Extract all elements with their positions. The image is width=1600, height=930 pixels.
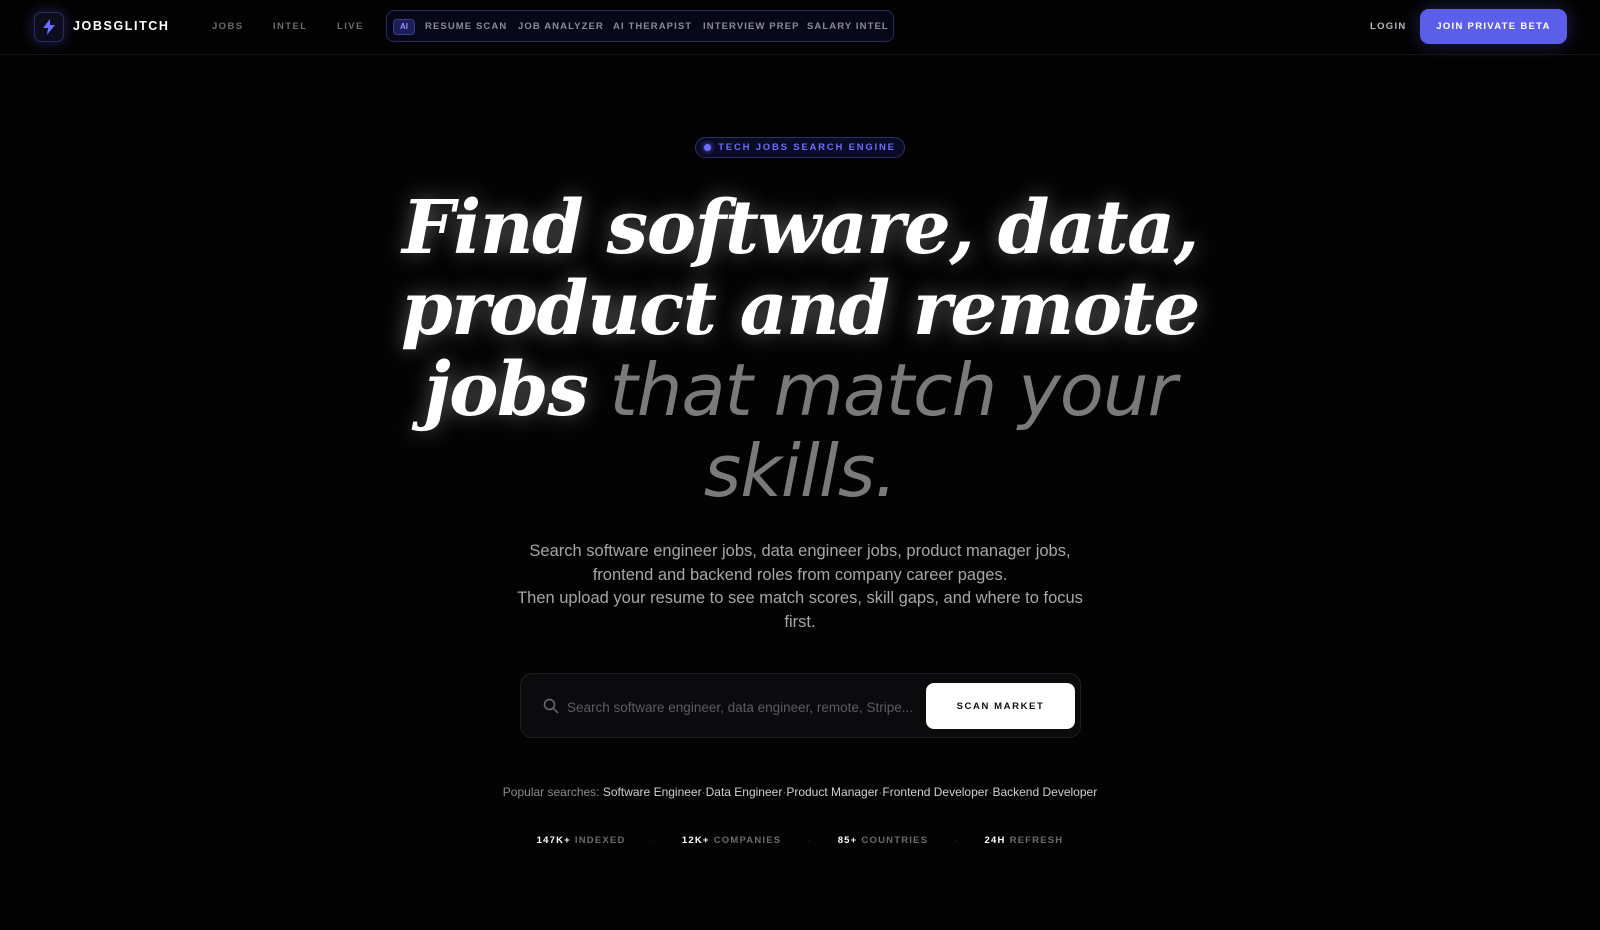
nav-link-ai-therapist[interactable]: AI THERAPIST: [613, 21, 692, 32]
scan-market-button[interactable]: SCAN MARKET: [926, 683, 1075, 729]
stat-divider: ·: [651, 835, 656, 846]
stat-value: 85+: [837, 835, 858, 846]
search-bar: SCAN MARKET: [520, 673, 1081, 738]
popular-label: Popular searches:: [502, 785, 600, 799]
stat-value: 147K+: [536, 835, 571, 846]
headline-line-3: jobs: [423, 347, 589, 433]
status-dot-icon: [704, 144, 712, 151]
popular-item-data-engineer[interactable]: Data Engineer: [706, 785, 783, 799]
hero-subtitle: Search software engineer jobs, data engi…: [500, 540, 1100, 634]
stat-refresh: 24H REFRESH: [985, 835, 1064, 846]
popular-item-backend-developer[interactable]: Backend Developer: [992, 785, 1097, 799]
headline-line-1: Find software, data,: [402, 185, 1199, 271]
brand-name[interactable]: JOBSGLITCH: [73, 19, 170, 33]
popular-item-product-manager[interactable]: Product Manager: [786, 785, 878, 799]
stat-value: 24H: [984, 835, 1006, 846]
login-link[interactable]: LOGIN: [1370, 21, 1407, 32]
stat-value: 12K+: [681, 835, 710, 846]
stat-label: COUNTRIES: [861, 835, 929, 846]
stats-row: 147K+ INDEXED · 12K+ COMPANIES · 85+ COUNTR…: [400, 835, 1200, 846]
top-navbar: JOBSGLITCH JOBS INTEL LIVE AI RESUME SCA…: [0, 0, 1600, 55]
nav-link-intel[interactable]: INTEL: [273, 21, 307, 32]
nav-link-jobs[interactable]: JOBS: [212, 21, 243, 32]
stat-indexed: 147K+ INDEXED: [537, 835, 626, 846]
popular-searches: Popular searches: Software Engineer·Data…: [400, 785, 1200, 799]
hero-badge-label: TECH JOBS SEARCH ENGINE: [718, 142, 896, 153]
nav-link-salary-intel[interactable]: SALARY INTEL: [807, 21, 889, 32]
lightning-bolt-icon: [43, 19, 55, 35]
nav-link-interview-prep[interactable]: INTERVIEW PREP: [703, 21, 800, 32]
ai-badge: AI: [393, 19, 415, 35]
stat-divider: ·: [954, 835, 959, 846]
search-input[interactable]: [565, 696, 929, 718]
stat-divider: ·: [807, 835, 812, 846]
headline-line-2: product and remote: [401, 266, 1200, 352]
nav-link-resume-scan[interactable]: RESUME SCAN: [425, 21, 507, 32]
headline-dim-inline: that match your: [609, 348, 1177, 432]
hero-badge: TECH JOBS SEARCH ENGINE: [695, 137, 905, 158]
stat-companies: 12K+ COMPANIES: [682, 835, 781, 846]
join-beta-button[interactable]: JOIN PRIVATE BETA: [1420, 9, 1567, 44]
popular-item-frontend-developer[interactable]: Frontend Developer: [882, 785, 988, 799]
stat-label: REFRESH: [1009, 835, 1064, 846]
ai-tools-nav: AI RESUME SCAN JOB ANALYZER AI THERAPIST…: [386, 10, 894, 42]
popular-item-software-engineer[interactable]: Software Engineer: [603, 785, 702, 799]
subtitle-line-1: Search software engineer jobs, data engi…: [529, 542, 1071, 584]
logo-button[interactable]: [34, 12, 64, 42]
search-icon: [543, 698, 559, 714]
hero-headline: Find software, data, product and remote …: [300, 188, 1300, 512]
headline-dim-last: skills.: [703, 429, 898, 513]
subtitle-line-2: Then upload your resume to see match sco…: [517, 589, 1083, 631]
stat-label: COMPANIES: [713, 835, 782, 846]
nav-link-job-analyzer[interactable]: JOB ANALYZER: [518, 21, 604, 32]
nav-link-live[interactable]: LIVE: [337, 21, 364, 32]
stat-label: INDEXED: [574, 835, 626, 846]
stat-countries: 85+ COUNTRIES: [838, 835, 928, 846]
